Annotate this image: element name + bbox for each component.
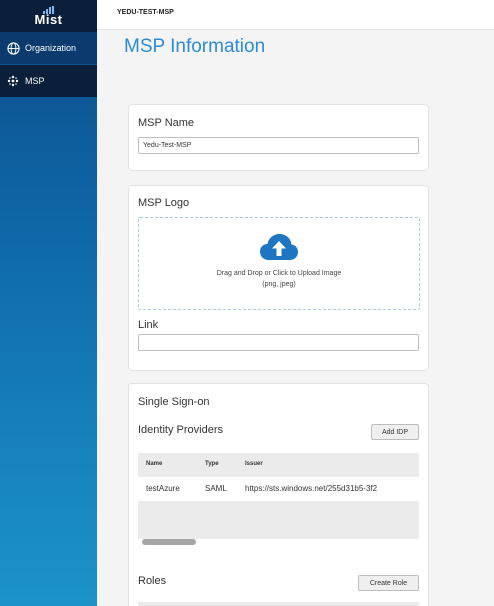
table-header: Name Type Issuer bbox=[138, 453, 419, 477]
upload-instructions: Drag and Drop or Click to Upload Image bbox=[216, 270, 342, 277]
idp-issuer-cell: https://sts.windows.net/255d31b5-3f2 bbox=[245, 484, 378, 493]
msp-name-input[interactable]: Yedu-Test-MSP bbox=[138, 137, 419, 154]
idp-name-cell: testAzure bbox=[146, 484, 180, 493]
add-idp-button[interactable]: Add IDP bbox=[371, 424, 419, 440]
horizontal-scrollbar[interactable] bbox=[142, 539, 196, 545]
sidebar-item-msp[interactable]: MSP bbox=[0, 65, 97, 97]
roles-table-header bbox=[138, 602, 419, 606]
cloud-upload-icon bbox=[260, 234, 298, 260]
idp-type-cell: SAML bbox=[205, 484, 227, 493]
column-header-name[interactable]: Name bbox=[146, 461, 162, 467]
sidebar: Mist Organization MSP bbox=[0, 0, 97, 606]
idp-title: Identity Providers bbox=[138, 424, 223, 436]
sso-card: Single Sign-on Identity Providers Add ID… bbox=[128, 383, 429, 606]
link-input[interactable] bbox=[138, 334, 419, 351]
roles-title: Roles bbox=[138, 575, 167, 587]
table-row[interactable]: testAzure SAML https://sts.windows.net/2… bbox=[138, 477, 419, 501]
msp-dots-icon bbox=[6, 74, 20, 88]
idp-table: Name Type Issuer testAzure SAML https://… bbox=[138, 453, 419, 549]
upload-formats: (png, jpeg) bbox=[262, 281, 296, 288]
column-header-type[interactable]: Type bbox=[205, 461, 219, 467]
org-name[interactable]: YEDU-TEST-MSP bbox=[117, 9, 174, 16]
link-label: Link bbox=[138, 319, 159, 331]
msp-logo-title: MSP Logo bbox=[138, 197, 190, 209]
column-header-issuer[interactable]: Issuer bbox=[245, 461, 263, 467]
sidebar-item-label: MSP bbox=[25, 76, 45, 86]
msp-logo-card: MSP Logo Drag and Drop or Click to Uploa… bbox=[128, 185, 429, 371]
logo-text: Mist bbox=[34, 12, 63, 27]
sso-title: Single Sign-on bbox=[138, 396, 210, 408]
top-bar: YEDU-TEST-MSP bbox=[97, 0, 494, 30]
create-role-button[interactable]: Create Role bbox=[358, 575, 419, 591]
sidebar-item-organization[interactable]: Organization bbox=[0, 32, 97, 64]
msp-name-card: MSP Name Yedu-Test-MSP bbox=[128, 104, 429, 171]
mist-logo[interactable]: Mist bbox=[0, 0, 97, 32]
msp-name-title: MSP Name bbox=[138, 117, 195, 129]
sidebar-item-label: Organization bbox=[25, 43, 77, 53]
page-title: MSP Information bbox=[124, 36, 266, 57]
logo-upload-dropzone[interactable]: Drag and Drop or Click to Upload Image (… bbox=[138, 217, 420, 310]
table-empty-area bbox=[138, 501, 419, 539]
globe-icon bbox=[6, 41, 20, 55]
